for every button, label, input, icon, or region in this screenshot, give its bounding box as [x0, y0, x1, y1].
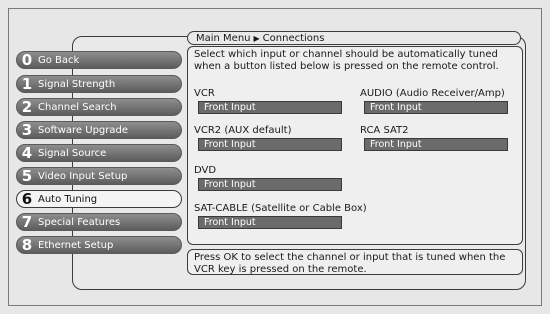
menu-label: Video Input Setup: [38, 170, 128, 182]
menu-number: 5: [21, 167, 33, 185]
connections-content: Select which input or channel should be …: [187, 46, 523, 245]
menu-software-upgrade-button[interactable]: 3 Software Upgrade: [16, 121, 182, 139]
menu-video-input-setup-button[interactable]: 5 Video Input Setup: [16, 167, 182, 185]
vcr2-label: VCR2 (AUX default): [194, 125, 292, 136]
menu-number: 0: [21, 51, 33, 69]
menu-number: 3: [21, 121, 33, 139]
breadcrumb-root: Main Menu: [196, 33, 251, 44]
breadcrumb-current: Connections: [262, 33, 325, 44]
rcasat2-label: RCA SAT2: [360, 125, 409, 136]
menu-auto-tuning-button[interactable]: 6 Auto Tuning: [16, 190, 182, 208]
menu-label: Go Back: [38, 54, 80, 66]
audio-input-select[interactable]: Front Input: [364, 101, 508, 114]
menu-number: 4: [21, 144, 33, 162]
menu-label: Ethernet Setup: [38, 239, 114, 251]
dvd-input-select[interactable]: Front Input: [198, 178, 342, 191]
menu-label: Signal Source: [38, 147, 107, 159]
menu-channel-search-button[interactable]: 2 Channel Search: [16, 98, 182, 116]
vcr-label: VCR: [194, 88, 215, 99]
chevron-right-icon: ▶: [253, 34, 260, 43]
menu-number: 7: [21, 213, 33, 231]
menu-signal-strength-button[interactable]: 1 Signal Strength: [16, 75, 182, 93]
menu-number: 1: [21, 75, 33, 93]
vcr-input-select[interactable]: Front Input: [198, 101, 342, 114]
dvd-label: DVD: [194, 165, 217, 176]
breadcrumb: Main Menu ▶ Connections: [187, 31, 521, 45]
menu-ethernet-setup-button[interactable]: 8 Ethernet Setup: [16, 236, 182, 254]
menu-number: 8: [21, 236, 33, 254]
menu-signal-source-button[interactable]: 4 Signal Source: [16, 144, 182, 162]
vcr2-input-select[interactable]: Front Input: [198, 138, 342, 151]
menu-label: Signal Strength: [38, 78, 116, 90]
menu-label: Special Features: [38, 216, 121, 228]
rcasat2-input-select[interactable]: Front Input: [364, 138, 508, 151]
menu-label: Software Upgrade: [38, 124, 129, 136]
menu-label: Auto Tuning: [38, 193, 98, 205]
satcable-input-select[interactable]: Front Input: [198, 216, 342, 229]
audio-label: AUDIO (Audio Receiver/Amp): [360, 88, 505, 99]
menu-number: 6: [21, 190, 33, 208]
menu-special-features-button[interactable]: 7 Special Features: [16, 213, 182, 231]
menu-number: 2: [21, 98, 33, 116]
menu-go-back-button[interactable]: 0 Go Back: [16, 51, 182, 69]
menu-label: Channel Search: [38, 101, 117, 113]
instructions-text: Select which input or channel should be …: [194, 49, 499, 72]
satcable-label: SAT-CABLE (Satellite or Cable Box): [194, 203, 367, 214]
help-text: Press OK to select the channel or input …: [187, 249, 523, 275]
